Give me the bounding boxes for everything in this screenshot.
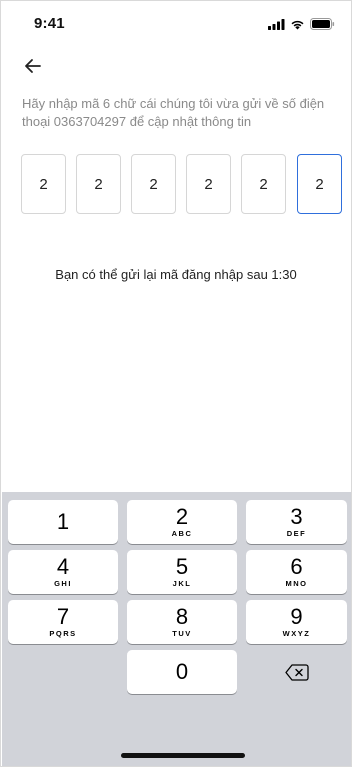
key-8-number: 8 [175, 604, 189, 629]
key-5-letters: JKL [172, 579, 192, 588]
backspace-icon [284, 663, 309, 681]
key-2-number: 2 [175, 504, 189, 529]
key-6-number: 6 [290, 554, 303, 579]
key-6[interactable]: 6 MNO [246, 550, 347, 594]
key-9[interactable]: 9 WXYZ [246, 600, 347, 644]
otp-digit-5[interactable]: 2 [241, 154, 286, 214]
wifi-icon [291, 20, 304, 29]
back-arrow-icon [25, 59, 41, 73]
key-8-letters: TUV [172, 629, 192, 638]
key-8[interactable]: 8 TUV [127, 600, 237, 644]
key-4-letters: GHI [54, 579, 72, 588]
delete-key[interactable] [246, 650, 347, 694]
key-7-number: 7 [56, 604, 70, 629]
key-0-number: 0 [175, 659, 189, 684]
battery-icon [310, 18, 335, 30]
key-3-letters: DEF [286, 529, 307, 538]
otp-digit-2[interactable]: 2 [76, 154, 121, 214]
otp-digit-3[interactable]: 2 [131, 154, 176, 214]
home-indicator[interactable] [121, 753, 245, 758]
status-icons [268, 18, 335, 30]
phone-screen: 9:41 Hãy nhập mã 6 chữ cái chúng tôi vừa… [0, 0, 352, 767]
key-2[interactable]: 2 ABC [127, 500, 237, 544]
otp-input-row: 2 2 2 2 2 2 [21, 154, 343, 214]
cellular-signal-icon [268, 18, 285, 30]
status-time: 9:41 [34, 15, 65, 32]
key-4[interactable]: 4 GHI [8, 550, 118, 594]
key-3-number: 3 [290, 504, 303, 529]
back-button[interactable] [22, 55, 44, 77]
key-9-letters: WXYZ [282, 629, 311, 638]
numeric-keypad: 1 2 ABC 3 DEF 4 GHI 5 JKL 6 MNO 7 PQRS 8… [2, 492, 351, 766]
resend-countdown-text: Bạn có thể gửi lại mã đăng nhập sau 1:30 [55, 267, 297, 282]
status-bar: 9:41 [1, 1, 351, 45]
otp-digit-4[interactable]: 2 [186, 154, 231, 214]
otp-digit-6[interactable]: 2 [297, 154, 342, 214]
key-1-number: 1 [56, 509, 70, 534]
key-6-letters: MNO [285, 579, 308, 588]
key-3[interactable]: 3 DEF [246, 500, 347, 544]
key-0[interactable]: 0 [127, 650, 237, 694]
key-5-number: 5 [175, 554, 189, 579]
key-2-letters: ABC [171, 529, 193, 538]
key-7-letters: PQRS [49, 629, 77, 638]
key-9-number: 9 [290, 604, 303, 629]
key-7[interactable]: 7 PQRS [8, 600, 118, 644]
key-4-number: 4 [56, 554, 70, 579]
instruction-text: Hãy nhập mã 6 chữ cái chúng tôi vừa gửi … [22, 96, 325, 129]
otp-digit-1[interactable]: 2 [21, 154, 66, 214]
key-1[interactable]: 1 [8, 500, 118, 544]
key-5[interactable]: 5 JKL [127, 550, 237, 594]
